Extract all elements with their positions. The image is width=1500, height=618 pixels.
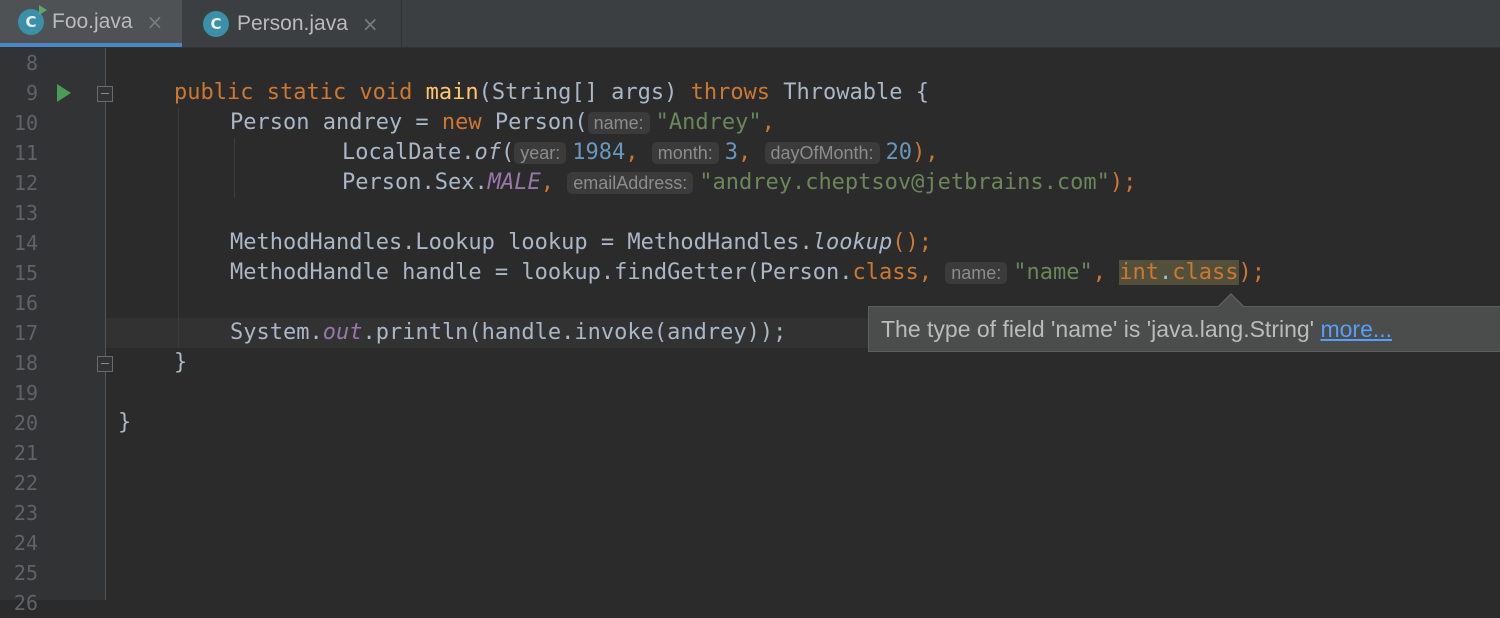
close-tab-icon[interactable]: × — [362, 12, 379, 36]
code-text: System. — [230, 320, 323, 345]
keyword: class — [1172, 260, 1239, 285]
code-line[interactable]: public static void main(String[] args) t… — [0, 78, 1500, 108]
code-text: ); — [1109, 170, 1137, 195]
tab-divider — [401, 0, 402, 47]
java-class-icon: C — [203, 10, 229, 37]
parameter-hint: month: — [651, 142, 719, 164]
line-number[interactable]: 25 — [0, 558, 38, 588]
keyword: int — [1119, 260, 1160, 285]
code-text: ), — [912, 140, 939, 165]
code-text: ); — [1238, 260, 1266, 285]
run-badge-icon — [39, 4, 47, 15]
code-line[interactable]: } — [0, 408, 1500, 438]
string-literal: "andrey.cheptsov@jetbrains.com" — [699, 170, 1110, 195]
code-text: , — [918, 260, 946, 285]
line-number[interactable]: 13 — [0, 198, 38, 228]
code-text: (String[] args) — [478, 80, 691, 105]
number-literal: 3 — [724, 140, 738, 165]
number-literal: 1984 — [572, 140, 626, 165]
code-text: , — [540, 170, 568, 195]
method-name: main — [425, 80, 479, 105]
keyword: class — [852, 260, 919, 285]
code-text: MethodHandles.Lookup lookup = MethodHand… — [230, 230, 813, 255]
line-number[interactable]: 22 — [0, 468, 38, 498]
parameter-hint: emailAddress: — [567, 172, 694, 194]
code-line[interactable]: Person andrey = new Person(name: "Andrey"… — [0, 108, 1500, 138]
line-number[interactable]: 26 — [0, 588, 38, 618]
code-text: . — [1159, 260, 1173, 285]
code-text: MethodHandle handle = lookup.findGetter(… — [230, 260, 853, 285]
code-line[interactable]: Person.Sex.MALE, emailAddress: "andrey.ch… — [0, 168, 1500, 198]
line-number[interactable]: 21 — [0, 438, 38, 468]
code-line[interactable]: LocalDate.of(year: 1984, month: 3, dayOfMo… — [0, 138, 1500, 168]
code-text: .println(handle.invoke(andrey)); — [362, 320, 787, 345]
tab-label: Foo.java — [52, 9, 133, 33]
java-class-icon: C — [18, 4, 47, 35]
code-text: Throwable { — [770, 80, 930, 105]
code-text: LocalDate. — [342, 140, 475, 165]
editor-tab-bar: C Foo.java × C Person.java × — [0, 0, 1500, 48]
tab-person-java[interactable]: C Person.java × — [183, 0, 401, 47]
code-text: } — [174, 350, 188, 375]
code-text: (); — [892, 230, 933, 255]
parameter-hint: name: — [587, 112, 650, 134]
line-number[interactable]: 16 — [0, 288, 38, 318]
close-tab-icon[interactable]: × — [147, 10, 164, 34]
code-text: Person andrey = — [230, 110, 442, 135]
code-text: , — [625, 140, 652, 165]
static-method: lookup — [812, 230, 893, 255]
code-text: ( — [500, 140, 515, 165]
code-line[interactable]: MethodHandles.Lookup lookup = MethodHand… — [0, 228, 1500, 258]
string-literal: "name" — [1013, 260, 1093, 285]
tab-label: Person.java — [237, 11, 348, 35]
parameter-hint: dayOfMonth: — [764, 142, 880, 164]
number-literal: 20 — [885, 140, 913, 165]
tooltip-pointer-fill — [1219, 295, 1243, 307]
line-number[interactable]: 24 — [0, 528, 38, 558]
tooltip-text: The type of field 'name' is 'java.lang.S… — [881, 316, 1321, 342]
line-number[interactable]: 19 — [0, 378, 38, 408]
static-method: of — [474, 140, 501, 165]
static-field: MALE — [487, 170, 541, 195]
tab-foo-java[interactable]: C Foo.java × — [0, 0, 182, 47]
code-text: } — [118, 410, 132, 435]
static-field: out — [322, 320, 363, 345]
code-text: , — [1092, 260, 1120, 285]
keyword: throws — [690, 80, 771, 105]
code-line[interactable]: MethodHandle handle = lookup.findGetter(… — [0, 258, 1500, 288]
parameter-hint: year: — [514, 142, 567, 164]
quick-info-tooltip: The type of field 'name' is 'java.lang.S… — [868, 306, 1500, 352]
code-text: Person( — [481, 110, 588, 135]
code-text: Person.Sex. — [342, 170, 488, 195]
line-number[interactable]: 23 — [0, 498, 38, 528]
parameter-hint: name: — [945, 262, 1008, 284]
keyword: new — [441, 110, 482, 135]
highlighted-expression[interactable]: int.class — [1119, 260, 1239, 285]
keyword: public static void — [174, 80, 426, 105]
more-link[interactable]: more... — [1320, 316, 1392, 342]
code-line[interactable]: } — [0, 348, 1500, 378]
code-text: , — [738, 140, 765, 165]
string-literal: "Andrey" — [655, 110, 762, 135]
code-text: , — [761, 110, 775, 135]
line-number[interactable]: 8 — [0, 48, 38, 78]
